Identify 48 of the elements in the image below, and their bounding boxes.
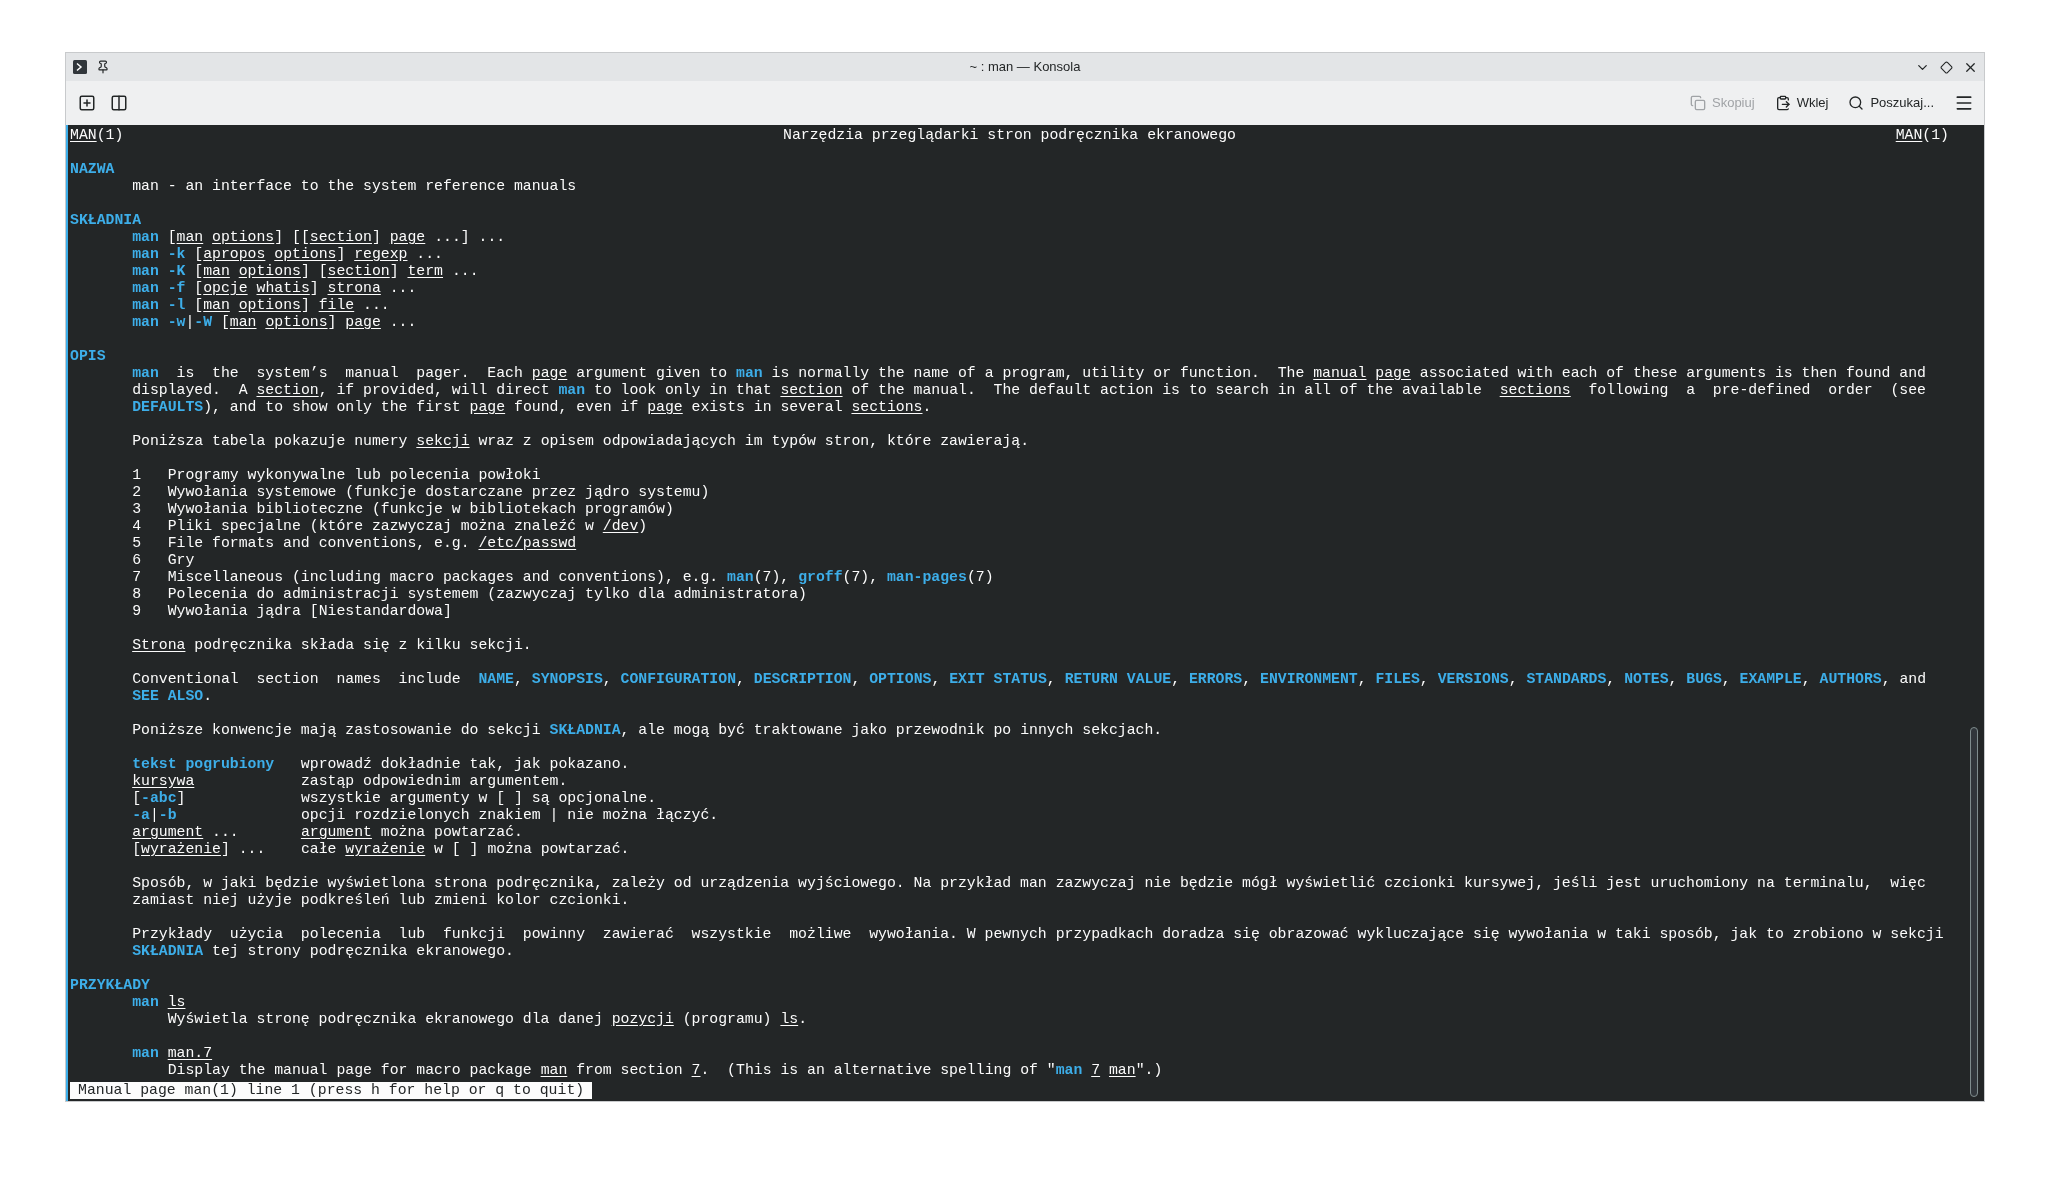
terminal-line: displayed. A section, if provided, will direct man to look only in that section of the manual. The default action is to search in all of the available sections following a pre-defined order (see [131,382,1926,399]
terminal-line: 6 Gry [131,552,195,569]
page-title: Narzędzia przeglądarki stron podręcznika ekranowego [783,127,1236,144]
terminal-line: SEE ALSO. [131,688,213,705]
page-header: MAN(1) [1895,127,1949,144]
page-header: MAN(1) [70,127,124,144]
terminal-line: man -w|-W [man options] page ... [131,314,417,331]
terminal-line: Conventional section names include NAME, SYNOPSIS, CONFIGURATION, DESCRIPTION, OPTIONS, EXIT STATUS, RETURN VALUE, ERRORS, ENVIRONMENT, FILES, VERSIONS, STANDARDS, NOTES, BUGS, EXAMPLE, AUTHORS, and [131,671,1927,688]
terminal-line: 5 File formats and conventions, e.g. /etc/passwd [131,535,577,552]
terminal-line: [wyrażenie] ... całe wyrażenie w [ ] można powtarzać. [131,841,630,858]
terminal-line: [-abc] wszystkie argumenty w [ ] są opcjonalne. [131,790,657,807]
terminal-line: man -K [man options] [section] term ... [131,263,479,280]
terminal-line: Display the manual page for macro package man from section 7. (This is an alternative spelling of "man 7 man".) [166,1062,1163,1079]
window-title: ~ : man — Konsola [969,58,1081,77]
paste-button[interactable]: Wklej [1768,89,1835,117]
terminal-line: man [man options] [[section] page ...] ... [131,229,506,246]
terminal-line: Poniższe konwencje mają zastosowanie do sekcji SKŁADNIA, ale mogą być traktowane jako przewodnik po innych sekcjach. [131,722,1163,739]
terminal-line: man ls [131,994,186,1011]
terminal-line: tekst pogrubiony wprowadź dokładnie tak, jak pokazano. [131,756,630,773]
terminal-line: Przykłady użycia polecenia lub funkcji powinny zawierać wszystkie możliwe wywołania. W pewnych przypadkach doradza się obrazować wykluczające się wywołania w taki sposób, jak to zrobiono w sekcji [131,926,1944,943]
terminal-line: 3 Wywołania biblioteczne (funkcje w bibliotekach programów) [131,501,674,518]
terminal-line: kursywa zastąp odpowiednim argumentem. [131,773,568,790]
terminal-line: DEFAULTS), and to show only the first page found, even if page exists in several sections. [131,399,932,416]
terminal-line: man is the system’s manual pager. Each page argument given to man is normally the name of a program, utility or function. The manual page associated with each of these arguments is then found and [131,365,1926,382]
terminal-line: 1 Programy wykonywalne lub polecenia powłoki [131,467,541,484]
section-heading: SKŁADNIA [70,212,142,229]
terminal-line: 9 Wywołania jądra [Niestandardowa] [131,603,452,620]
terminal-line: Strona podręcznika składa się z kilku sekcji. [131,637,532,654]
terminal-line: Poniższa tabela pokazuje numery sekcji wraz z opisem odpowiadających im typów stron, które zawierają. [131,433,1029,450]
terminal-line: zamiast niej użyje podkreśleń lub zmieni kolor czcionki. [131,892,630,909]
terminal-line: man -l [man options] file ... [131,297,390,314]
terminal-line: 8 Polecenia do administracji systemem (zazwyczaj tylko dla administratora) [131,586,807,603]
section-heading: NAZWA [70,161,115,178]
terminal-line: man man.7 [131,1045,213,1062]
section-heading: PRZYKŁADY [70,977,150,994]
section-heading: OPIS [70,348,106,365]
search-button[interactable]: Poszukaj... [1842,89,1940,117]
terminal-line: 4 Pliki specjalne (które zazwyczaj można znaleźć w /dev) [131,518,648,535]
terminal-line: Wyświetla stronę podręcznika ekranowego dla danej pozycji (programu) ls. [166,1011,808,1028]
terminal-line: Sposób, w jaki będzie wyświetlona strona podręcznika, zależy od urządzenia wyjściowego. Na przykład man zazwyczaj nie będzie mógł wyświetlić czcionki kursywej, jeśli jest uruchomiony na terminalu, więc [131,875,1926,892]
terminal-line: man -f [opcje whatis] strona ... [131,280,417,297]
terminal-line: man - an interface to the system reference manuals [131,178,577,195]
terminal-line: -a|-b opcji rozdzielonych znakiem | nie można łączyć. [131,807,719,824]
terminal-line: argument ... argument można powtarzać. [131,824,523,841]
terminal-line: 2 Wywołania systemowe (funkcje dostarczane przez jądro systemu) [131,484,710,501]
terminal-line: man -k [apropos options] regexp ... [131,246,443,263]
terminal-line: SKŁADNIA tej strony podręcznika ekranowego. [131,943,514,960]
terminal-line: 7 Miscellaneous (including macro packages and conventions), e.g. man(7), groff(7), man-pages(7) [131,569,994,586]
